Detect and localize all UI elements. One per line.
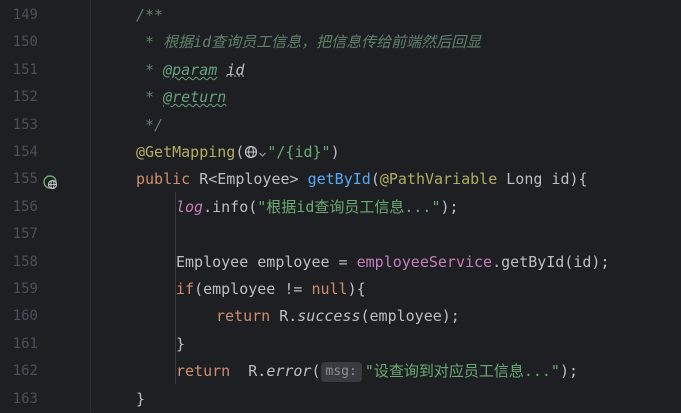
line-number: 153 bbox=[12, 116, 38, 133]
code-editor[interactable]: 149/** 150 * 根据id查询员工信息，把信息传给前端然后回显 151 * … bbox=[0, 0, 681, 412]
code-token: R. bbox=[230, 362, 267, 381]
code-token: "设查询到对应员工信息..." bbox=[364, 362, 560, 381]
code-line[interactable]: 160 return R.success(employee); bbox=[0, 303, 681, 330]
code-text[interactable]: /** bbox=[136, 2, 163, 29]
code-text[interactable]: return R.error(msg: "设查询到对应员工信息..."); bbox=[176, 358, 578, 385]
code-token: @return bbox=[163, 88, 227, 107]
line-number: 149 bbox=[12, 7, 38, 23]
line-number: 150 bbox=[12, 34, 38, 51]
code-text[interactable]: if(employee != null){ bbox=[176, 276, 366, 303]
code-line[interactable]: 163} bbox=[0, 386, 681, 413]
code-token: ( bbox=[311, 362, 321, 381]
code-line[interactable]: 159 if(employee != null){ bbox=[0, 276, 681, 303]
code-token: employeeService bbox=[356, 252, 493, 271]
code-text[interactable]: * @param id bbox=[136, 57, 244, 84]
code-token: } bbox=[176, 334, 186, 353]
code-line[interactable]: 161} bbox=[0, 331, 681, 358]
line-number: 162 bbox=[12, 363, 38, 380]
line-number: 159 bbox=[12, 281, 38, 297]
parameter-hint: msg: bbox=[320, 362, 362, 383]
code-text[interactable]: public R<Employee> getById(@PathVariable… bbox=[136, 166, 588, 193]
line-number: 157 bbox=[12, 226, 38, 243]
code-token: @param bbox=[163, 60, 218, 79]
line-number: 156 bbox=[12, 198, 38, 215]
code-line[interactable]: 151 * @param id bbox=[0, 57, 681, 84]
code-line[interactable]: 162 return R.error(msg: "设查询到对应员工信息..."); bbox=[0, 358, 681, 385]
code-token: ); bbox=[559, 362, 579, 381]
code-token: error bbox=[266, 362, 312, 381]
code-token: ) bbox=[330, 143, 340, 161]
code-token: ); bbox=[440, 197, 459, 216]
code-token: @GetMapping bbox=[136, 143, 236, 161]
code-token: "根据id查询员工信息..." bbox=[257, 197, 441, 216]
line-number: 161 bbox=[12, 335, 38, 352]
code-line[interactable]: 153 */ bbox=[0, 112, 681, 139]
code-text[interactable]: } bbox=[176, 331, 185, 358]
code-token: null bbox=[311, 280, 348, 298]
globe-endpoint-icon[interactable] bbox=[42, 172, 58, 190]
code-line[interactable]: 149 /** bbox=[0, 2, 681, 29]
line-number: 163 bbox=[12, 390, 38, 407]
line-number: 151 bbox=[12, 61, 38, 78]
line-number: 152 bbox=[12, 89, 38, 106]
code-token: */ bbox=[136, 115, 164, 134]
globe-icon[interactable] bbox=[244, 141, 267, 168]
code-token: success bbox=[297, 307, 361, 326]
code-token: ( bbox=[370, 170, 380, 189]
line-number: 160 bbox=[12, 308, 38, 325]
code-line[interactable]: 150 * 根据id查询员工信息，把信息传给前端然后回显 bbox=[0, 29, 681, 56]
code-token: * bbox=[136, 88, 164, 107]
code-token: ( bbox=[235, 143, 245, 161]
code-text[interactable]: @GetMapping( "/{id}") bbox=[136, 139, 340, 168]
code-token: R. bbox=[270, 307, 298, 326]
code-line[interactable]: 156 log.info("根据id查询员工信息..."); bbox=[0, 194, 681, 221]
code-token: getById bbox=[307, 170, 371, 189]
code-token: (employee != bbox=[194, 280, 312, 298]
code-line[interactable]: 157 bbox=[0, 221, 681, 248]
code-text[interactable]: log.info("根据id查询员工信息..."); bbox=[176, 194, 459, 221]
line-number: 155 bbox=[12, 171, 38, 188]
code-text[interactable]: * @return bbox=[136, 84, 226, 111]
code-line[interactable]: 152 * @return bbox=[0, 84, 681, 111]
code-text[interactable]: * 根据id查询员工信息，把信息传给前端然后回显 bbox=[136, 29, 481, 56]
code-token: ){ bbox=[347, 280, 366, 298]
code-token: id bbox=[226, 60, 245, 79]
code-token: return bbox=[176, 362, 231, 381]
code-token: .info( bbox=[203, 197, 258, 216]
code-token: if bbox=[176, 280, 195, 298]
code-token: @PathVariable bbox=[379, 170, 498, 189]
code-token: R<Employee> bbox=[190, 170, 308, 189]
code-token: * 根据id查询员工信息，把信息传给前端然后回显 bbox=[136, 33, 482, 52]
code-token: /** bbox=[136, 6, 164, 24]
code-text[interactable]: */ bbox=[136, 112, 163, 139]
code-line[interactable]: 155 public R<Employee> getById(@PathVaria… bbox=[0, 166, 681, 193]
code-token: (employee); bbox=[360, 307, 460, 326]
code-token: } bbox=[136, 389, 146, 408]
code-token: return bbox=[216, 307, 271, 326]
code-text[interactable]: } bbox=[136, 386, 145, 413]
code-text[interactable]: return R.success(employee); bbox=[216, 303, 460, 330]
code-line[interactable]: 154 @GetMapping( "/{id}") bbox=[0, 139, 681, 166]
line-number: 158 bbox=[12, 253, 38, 270]
code-token: * bbox=[136, 60, 164, 79]
line-number: 154 bbox=[12, 144, 38, 160]
code-token: "/{id}" bbox=[267, 143, 331, 161]
code-text[interactable]: Employee employee = employeeService.getB… bbox=[176, 249, 610, 276]
code-token: public bbox=[136, 170, 191, 189]
code-token: .getById(id); bbox=[492, 252, 610, 271]
code-token: Employee employee = bbox=[176, 252, 357, 271]
code-token: log bbox=[176, 197, 204, 216]
code-token: Long id){ bbox=[497, 170, 588, 189]
code-line[interactable]: 158 Employee employee = employeeService.g… bbox=[0, 249, 681, 276]
